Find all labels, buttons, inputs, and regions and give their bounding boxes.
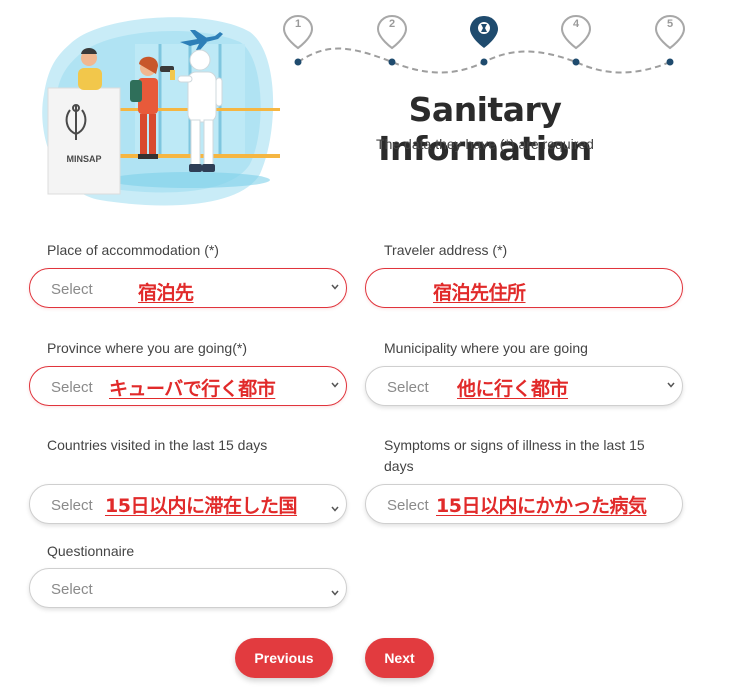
- step-4: 4: [561, 14, 591, 66]
- countries-annotation: 15日以内に滞在した国: [105, 495, 297, 517]
- step-2: 2: [377, 14, 407, 66]
- accommodation-annotation: 宿泊先: [138, 282, 194, 304]
- accommodation-placeholder: Select: [51, 281, 93, 298]
- chevron-down-icon: [331, 382, 339, 388]
- chevron-down-icon: [331, 590, 339, 596]
- chevron-down-icon: [331, 284, 339, 290]
- countries-label: Countries visited in the last 15 days: [47, 437, 268, 453]
- countries-placeholder: Select: [51, 497, 93, 514]
- symptoms-placeholder: Select: [387, 497, 429, 514]
- questionnaire-label: Questionnaire: [47, 543, 135, 559]
- progress-stepper: 1 2 4 5: [276, 14, 696, 80]
- symptoms-label-line1: Symptoms or signs of illness in the last…: [384, 437, 645, 453]
- traveler-address-annotation: 宿泊先住所: [433, 282, 526, 304]
- province-annotation: キューバで行く都市: [109, 378, 276, 400]
- chevron-down-icon: [331, 506, 339, 512]
- step-1-number: 1: [294, 18, 302, 30]
- traveler-address-label: Traveler address (*): [384, 242, 508, 258]
- airport-illustration: MINSAP: [40, 14, 280, 206]
- minsap-sign: MINSAP: [66, 154, 101, 164]
- page-title: Sanitary Information: [378, 90, 592, 168]
- step-4-number: 4: [572, 18, 580, 30]
- page-subtitle: The data they have (*) are required: [376, 136, 594, 152]
- accommodation-label: Place of accommodation (*): [47, 242, 219, 258]
- step-5-number: 5: [666, 18, 674, 30]
- municipality-annotation: 他に行く都市: [457, 378, 569, 400]
- municipality-placeholder: Select: [387, 379, 429, 396]
- questionnaire-select[interactable]: Select: [29, 568, 347, 608]
- step-1: 1: [283, 14, 313, 66]
- symptoms-label-line2: days: [384, 458, 414, 474]
- previous-button[interactable]: Previous: [235, 638, 333, 678]
- step-2-number: 2: [388, 18, 396, 30]
- province-label: Province where you are going(*): [47, 340, 247, 356]
- step-5: 5: [655, 14, 685, 66]
- symptoms-annotation: 15日以内にかかった病気: [436, 495, 647, 517]
- province-placeholder: Select: [51, 379, 93, 396]
- chevron-down-icon: [667, 382, 675, 388]
- municipality-label: Municipality where you are going: [384, 340, 588, 356]
- questionnaire-placeholder: Select: [51, 581, 93, 598]
- next-button[interactable]: Next: [365, 638, 434, 678]
